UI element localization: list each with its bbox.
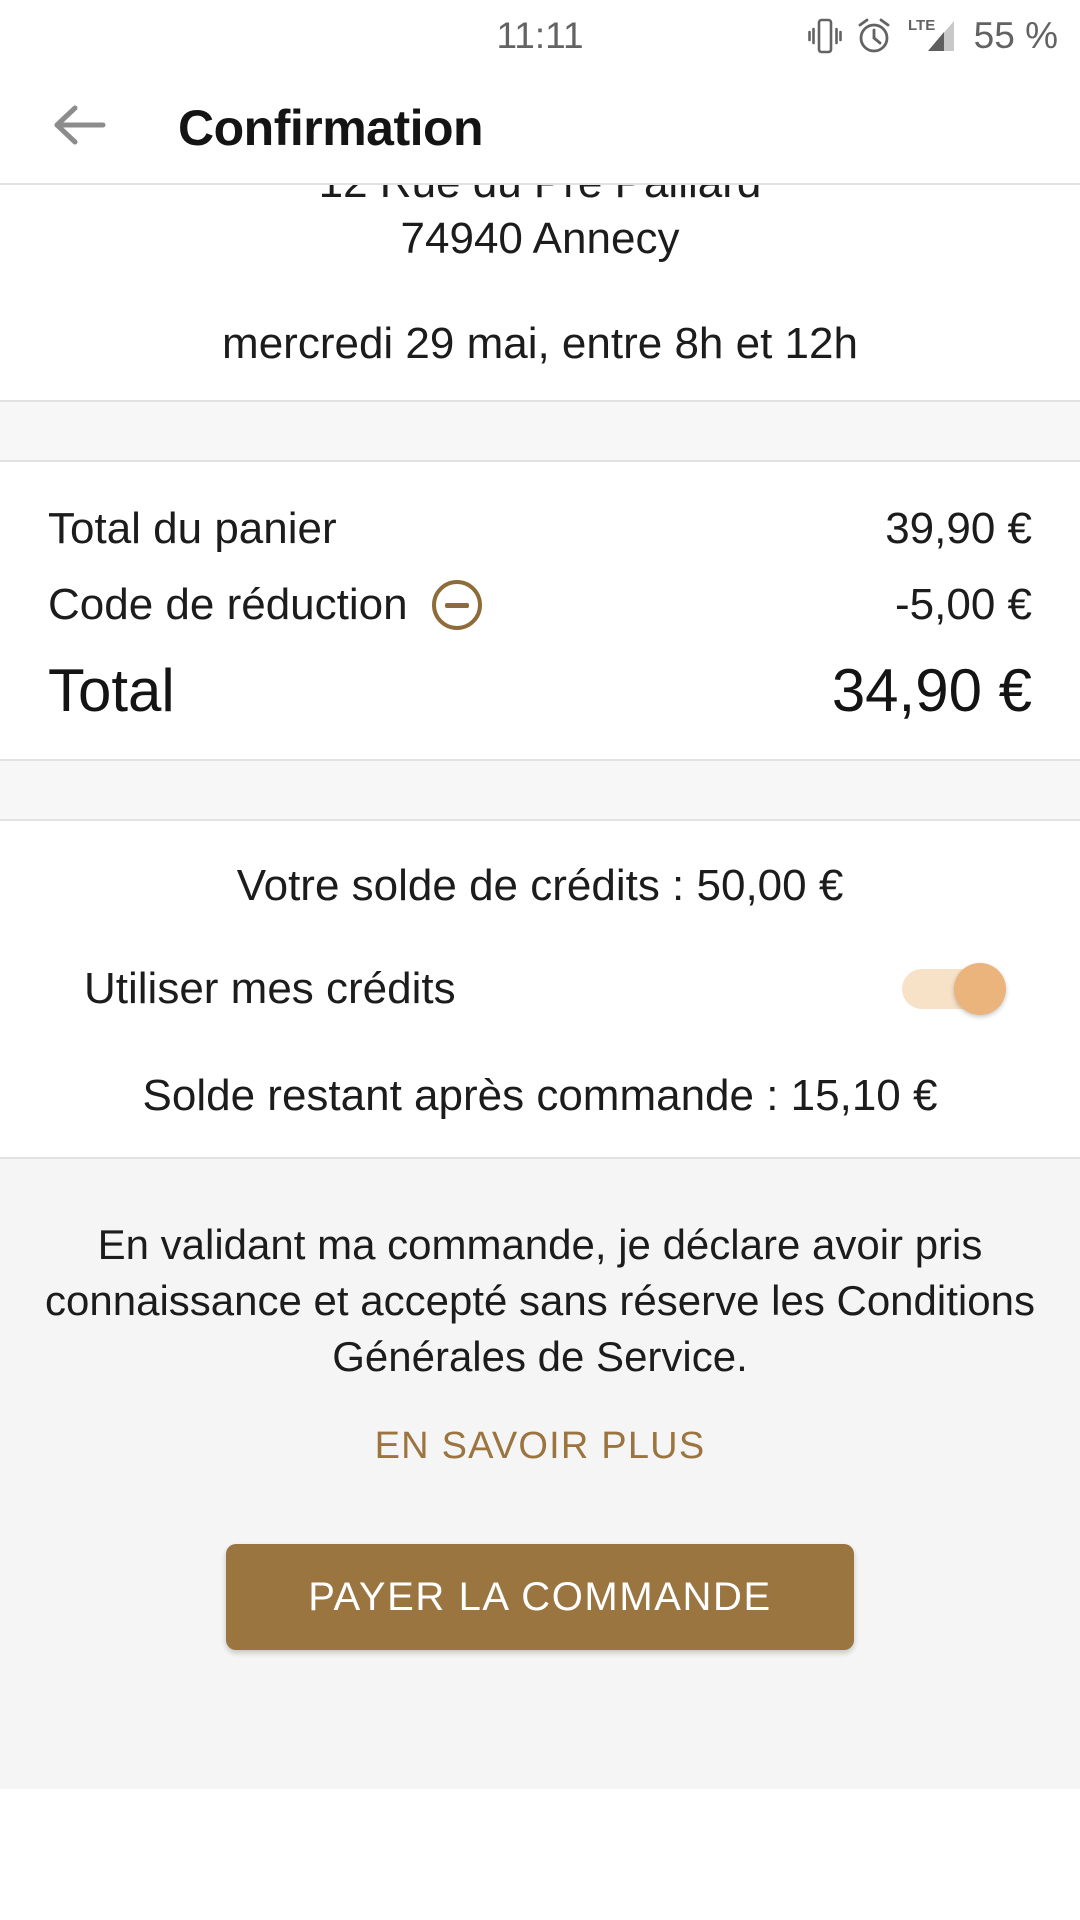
- lte-signal-icon: LTE: [906, 15, 958, 57]
- svg-text:LTE: LTE: [908, 17, 935, 34]
- grand-total-row: Total 34,90 €: [48, 656, 1032, 725]
- toggle-thumb: [954, 963, 1006, 1015]
- alarm-icon: [855, 16, 893, 56]
- learn-more-link[interactable]: EN SAVOIR PLUS: [44, 1425, 1036, 1468]
- order-totals-section: Total du panier 39,90 € Code de réductio…: [0, 462, 1080, 759]
- grand-total-value: 34,90 €: [831, 657, 1032, 724]
- status-icons: LTE 55 %: [807, 0, 1058, 72]
- pay-order-button[interactable]: PAYER LA COMMANDE: [226, 1544, 854, 1650]
- grand-total-label: Total: [48, 657, 175, 724]
- pay-button-wrap: PAYER LA COMMANDE: [44, 1544, 1036, 1650]
- page-title: Confirmation: [178, 99, 484, 156]
- back-arrow-icon: [51, 102, 107, 153]
- use-credits-label: Utiliser mes crédits: [84, 964, 456, 1013]
- cart-total-value: 39,90 €: [885, 504, 1032, 553]
- status-bar: 11:11 LTE 55 %: [0, 0, 1080, 72]
- delivery-address-line2: 74940 Annecy: [400, 214, 680, 263]
- delivery-slot: mercredi 29 mai, entre 8h et 12h: [222, 319, 858, 368]
- section-divider-band-2: [0, 759, 1080, 821]
- discount-value: -5,00 €: [895, 580, 1032, 629]
- app-header: Confirmation: [0, 72, 1080, 185]
- use-credits-toggle[interactable]: [902, 963, 1006, 1015]
- discount-label-group: Code de réduction: [48, 580, 482, 630]
- status-time: 11:11: [496, 15, 584, 56]
- use-credits-row[interactable]: Utiliser mes crédits: [48, 963, 1032, 1015]
- terms-text: En validant ma commande, je déclare avoi…: [45, 1221, 1035, 1380]
- section-divider-band-1: [0, 400, 1080, 462]
- cart-total-label: Total du panier: [48, 504, 337, 553]
- delivery-section: 12 Rue du Pré Paillard 74940 Annecy merc…: [0, 185, 1080, 400]
- back-button[interactable]: [46, 95, 112, 161]
- checkout-content: 12 Rue du Pré Paillard 74940 Annecy merc…: [0, 185, 1080, 1157]
- credits-section: Votre solde de crédits : 50,00 € Utilise…: [0, 821, 1080, 1157]
- delivery-address-line1: 12 Rue du Pré Paillard: [0, 185, 1080, 211]
- discount-label: Code de réduction: [48, 580, 408, 629]
- battery-percent: 55 %: [973, 15, 1058, 56]
- discount-row: Code de réduction -5,00 €: [48, 580, 1032, 630]
- checkout-footer: En validant ma commande, je déclare avoi…: [0, 1157, 1080, 1789]
- cart-total-row: Total du panier 39,90 €: [48, 504, 1032, 554]
- credit-remaining-text: Solde restant après commande : 15,10 €: [142, 1071, 938, 1120]
- credit-balance-text: Votre solde de crédits : 50,00 €: [236, 861, 844, 910]
- circle-minus-icon[interactable]: [431, 580, 482, 630]
- vibrate-icon: [807, 16, 842, 56]
